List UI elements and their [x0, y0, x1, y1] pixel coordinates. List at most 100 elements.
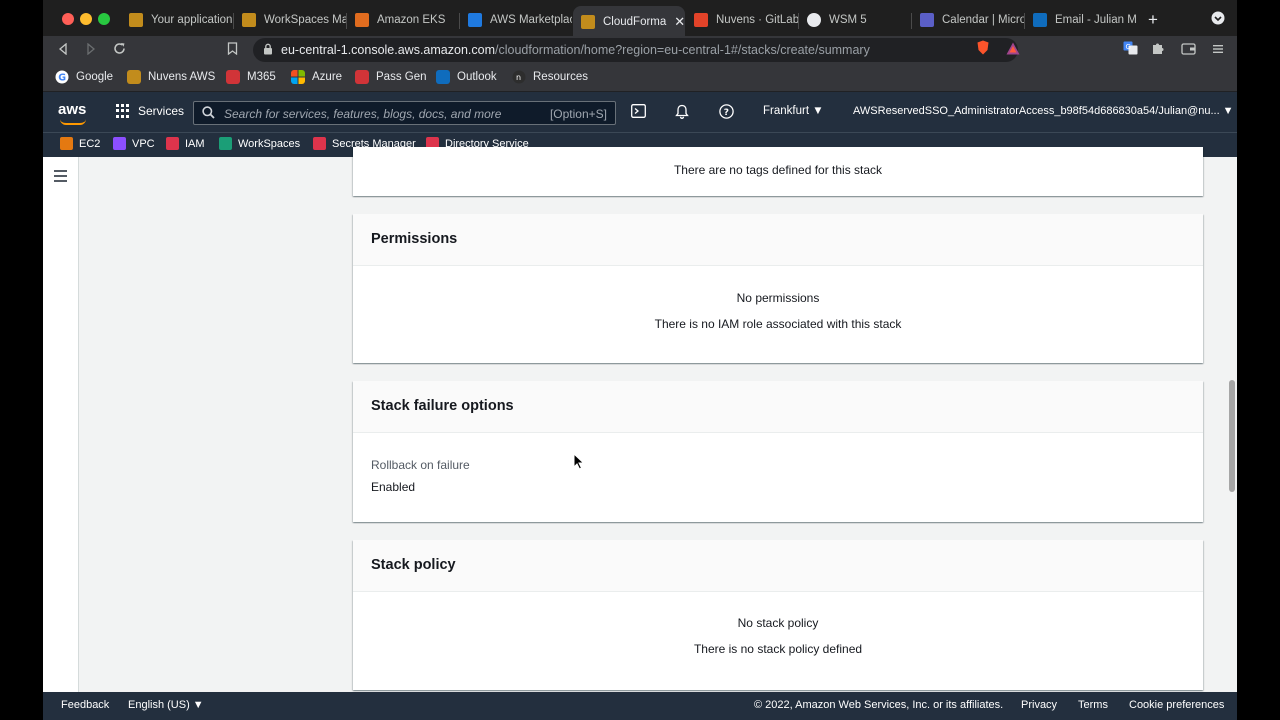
brave-rewards-icon[interactable] [1003, 40, 1023, 60]
tab-favicon-icon [242, 13, 256, 27]
lock-icon [264, 43, 272, 55]
permissions-title: Permissions [353, 214, 1203, 266]
browser-tab[interactable]: Nuvens · GitLab [686, 6, 798, 34]
no-stack-policy-text: There is no stack policy defined [693, 642, 863, 656]
copyright-text: © 2022, Amazon Web Services, Inc. or its… [754, 699, 1004, 711]
page-scrollbar[interactable] [1227, 157, 1237, 692]
stack-failure-options-title: Stack failure options [353, 381, 1203, 433]
tab-favicon-icon [355, 13, 369, 27]
account-menu[interactable]: AWSReservedSSO_AdministratorAccess_b98f5… [853, 105, 1234, 117]
tab-favicon-icon [581, 15, 595, 29]
stack-policy-panel: Stack policy No stack policy There is no… [353, 540, 1203, 690]
aws-folder-icon [127, 70, 141, 84]
rollback-on-failure-value: Enabled [371, 480, 416, 494]
browser-toolbar: eu-central-1.console.aws.amazon.com/clou… [43, 36, 1237, 64]
tab-favicon-icon [1033, 13, 1047, 27]
services-menu-button[interactable]: Services [116, 104, 184, 118]
bookmark-m365[interactable]: M365 [226, 70, 276, 84]
tab-favicon-icon [920, 13, 934, 27]
search-icon [202, 106, 215, 119]
language-selector[interactable]: English (US) ▼ [128, 699, 204, 711]
cookie-preferences-link[interactable]: Cookie preferences [1129, 699, 1224, 711]
bookmark-nuvens-aws[interactable]: Nuvens AWS [127, 70, 215, 84]
no-stack-policy-title: No stack policy [737, 616, 819, 630]
windows-icon [291, 70, 305, 84]
outlook-icon [436, 70, 450, 84]
browser-tab[interactable]: Amazon EKS [347, 6, 459, 34]
tab-favicon-icon [468, 13, 482, 27]
minimize-window-button[interactable] [80, 13, 92, 25]
browser-tab[interactable]: WorkSpaces Ma [234, 6, 346, 34]
new-tab-icon[interactable]: + [1143, 10, 1163, 30]
extensions-icon[interactable] [1148, 40, 1168, 60]
url-text: eu-central-1.console.aws.amazon.com/clou… [281, 43, 870, 57]
reload-icon[interactable] [109, 40, 129, 60]
aws-logo[interactable]: aws [58, 101, 86, 125]
browser-tab-active[interactable]: CloudForma ✕ [573, 6, 685, 38]
bookmark-azure[interactable]: Azure [291, 70, 342, 84]
notion-icon: n [512, 70, 526, 84]
brave-shield-icon[interactable] [973, 40, 993, 60]
scrollbar-thumb[interactable] [1229, 380, 1235, 492]
favorite-iam[interactable]: IAM [166, 137, 205, 150]
tab-favicon-icon [694, 13, 708, 27]
stack-policy-title: Stack policy [353, 540, 1203, 592]
rollback-on-failure-label: Rollback on failure [371, 458, 470, 472]
tab-favicon-icon [807, 13, 821, 27]
m365-icon [226, 70, 240, 84]
close-window-button[interactable] [62, 13, 74, 25]
no-permissions-title: No permissions [736, 291, 820, 305]
browser-tab[interactable]: Calendar | Micro [912, 6, 1024, 34]
workspaces-icon [219, 137, 232, 150]
terms-link[interactable]: Terms [1078, 699, 1108, 711]
main-content: There are no tags defined for this stack… [43, 147, 1237, 692]
svg-text:G: G [1125, 43, 1130, 51]
wallet-icon[interactable] [1178, 40, 1198, 60]
side-navigation [43, 157, 79, 692]
translate-icon[interactable]: G [1120, 40, 1140, 60]
bookmark-icon[interactable] [222, 40, 242, 60]
svg-text:G: G [58, 73, 66, 84]
hamburger-menu-icon[interactable] [54, 170, 67, 182]
feedback-link[interactable]: Feedback [61, 699, 109, 711]
browser-tab[interactable]: Your application [121, 6, 233, 34]
address-bar[interactable]: eu-central-1.console.aws.amazon.com/clou… [253, 38, 1018, 62]
favorite-workspaces[interactable]: WorkSpaces [219, 137, 300, 150]
back-icon[interactable] [53, 40, 73, 60]
region-selector[interactable]: Frankfurt ▼ [763, 105, 824, 117]
maximize-window-button[interactable] [98, 13, 110, 25]
mouse-cursor-icon [573, 453, 585, 470]
cloudshell-icon[interactable] [629, 104, 647, 122]
privacy-link[interactable]: Privacy [1021, 699, 1057, 711]
tab-strip: Your application WorkSpaces Ma Amazon EK… [43, 0, 1237, 38]
favorite-vpc[interactable]: VPC [113, 137, 155, 150]
tab-close-icon[interactable]: ✕ [674, 14, 685, 30]
bookmark-google[interactable]: G Google [55, 70, 113, 84]
forward-icon[interactable] [81, 40, 101, 60]
vpc-icon [113, 137, 126, 150]
aws-top-nav: aws Services Search for services, featur… [43, 92, 1237, 132]
stack-failure-options-panel: Stack failure options Rollback on failur… [353, 381, 1203, 522]
tab-search-icon[interactable] [1208, 10, 1228, 30]
favorite-ec2[interactable]: EC2 [60, 137, 100, 150]
aws-footer: Feedback English (US) ▼ © 2022, Amazon W… [43, 692, 1237, 720]
bookmark-resources[interactable]: n Resources [512, 70, 588, 84]
pass-gen-icon [355, 70, 369, 84]
notifications-bell-icon[interactable] [673, 104, 691, 122]
no-permissions-text: There is no IAM role associated with thi… [654, 317, 902, 331]
bookmark-pass-gen[interactable]: Pass Gen [355, 70, 427, 84]
help-icon[interactable]: ? [717, 104, 735, 122]
aws-search-input[interactable]: Search for services, features, blogs, do… [193, 101, 616, 125]
browser-tab[interactable]: Email - Julian M [1025, 6, 1137, 34]
browser-window: Your application WorkSpaces Ma Amazon EK… [43, 0, 1237, 720]
menu-icon[interactable] [1208, 40, 1228, 60]
bookmark-outlook[interactable]: Outlook [436, 70, 497, 84]
browser-tab[interactable]: AWS Marketplac [460, 6, 572, 34]
bookmarks-bar: G Google Nuvens AWS M365 Azure Pass Gen … [43, 64, 1237, 92]
tags-empty-text: There are no tags defined for this stack [673, 163, 883, 177]
iam-icon [166, 137, 179, 150]
google-icon: G [55, 70, 69, 84]
browser-tab[interactable]: WSM 5 [799, 6, 911, 34]
secrets-manager-icon [313, 137, 326, 150]
grid-icon [116, 104, 130, 118]
